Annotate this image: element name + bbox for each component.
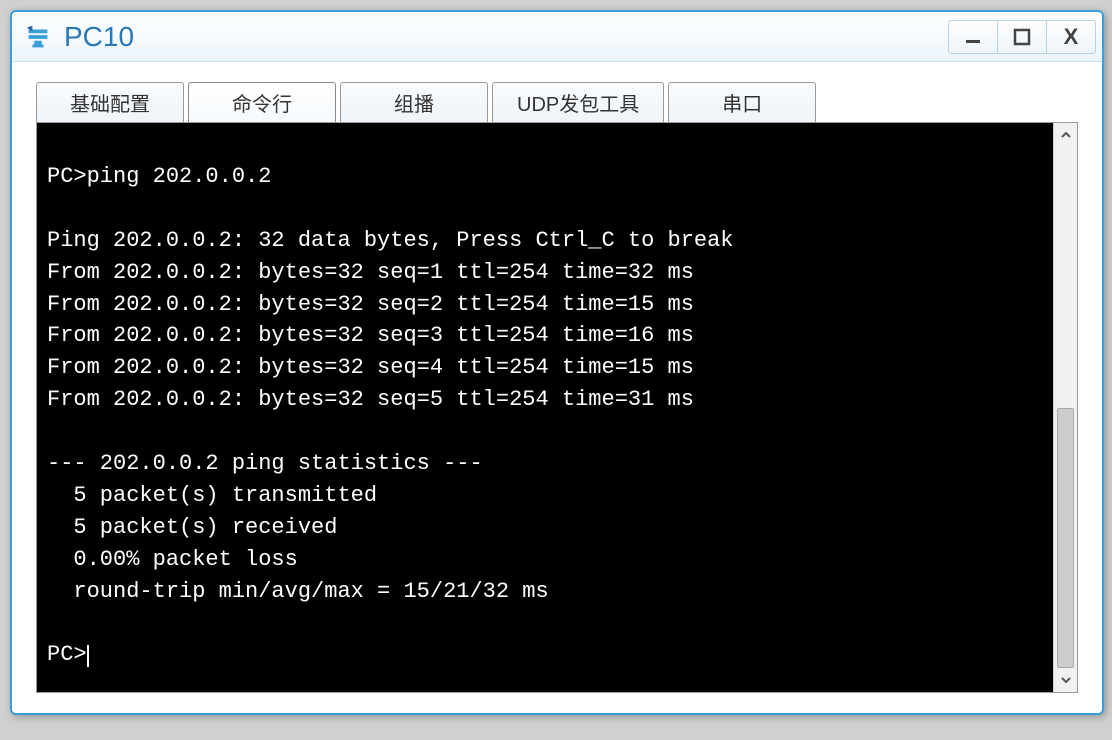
chevron-up-icon: [1060, 129, 1072, 141]
cursor: [87, 645, 89, 667]
window-title: PC10: [64, 21, 949, 53]
tab-basic-config[interactable]: 基础配置: [36, 82, 184, 122]
maximize-icon: [1013, 28, 1031, 46]
scroll-track[interactable]: [1054, 147, 1077, 668]
terminal-container: PC>ping 202.0.0.2 Ping 202.0.0.2: 32 dat…: [36, 122, 1078, 693]
scroll-down-button[interactable]: [1054, 668, 1078, 692]
app-icon: [22, 21, 54, 53]
tab-multicast[interactable]: 组播: [340, 82, 488, 122]
tab-serial[interactable]: 串口: [668, 82, 816, 122]
minimize-icon: [964, 28, 982, 46]
titlebar: PC10 X: [12, 12, 1102, 62]
app-window: PC10 X 基础配置 命令行 组播 UDP发包工具 串口 PC>ping 20…: [10, 10, 1104, 715]
maximize-button[interactable]: [997, 20, 1047, 54]
scrollbar: [1053, 123, 1077, 692]
scroll-up-button[interactable]: [1054, 123, 1078, 147]
tab-udp-tool[interactable]: UDP发包工具: [492, 82, 664, 122]
minimize-button[interactable]: [948, 20, 998, 54]
scroll-thumb[interactable]: [1057, 408, 1074, 668]
window-controls: X: [949, 20, 1096, 54]
tab-command-line[interactable]: 命令行: [188, 82, 336, 122]
close-icon: X: [1064, 26, 1079, 48]
terminal-output[interactable]: PC>ping 202.0.0.2 Ping 202.0.0.2: 32 dat…: [37, 123, 1053, 692]
close-button[interactable]: X: [1046, 20, 1096, 54]
tab-row: 基础配置 命令行 组播 UDP发包工具 串口: [18, 68, 1096, 122]
chevron-down-icon: [1060, 674, 1072, 686]
content-area: 基础配置 命令行 组播 UDP发包工具 串口 PC>ping 202.0.0.2…: [12, 62, 1102, 713]
